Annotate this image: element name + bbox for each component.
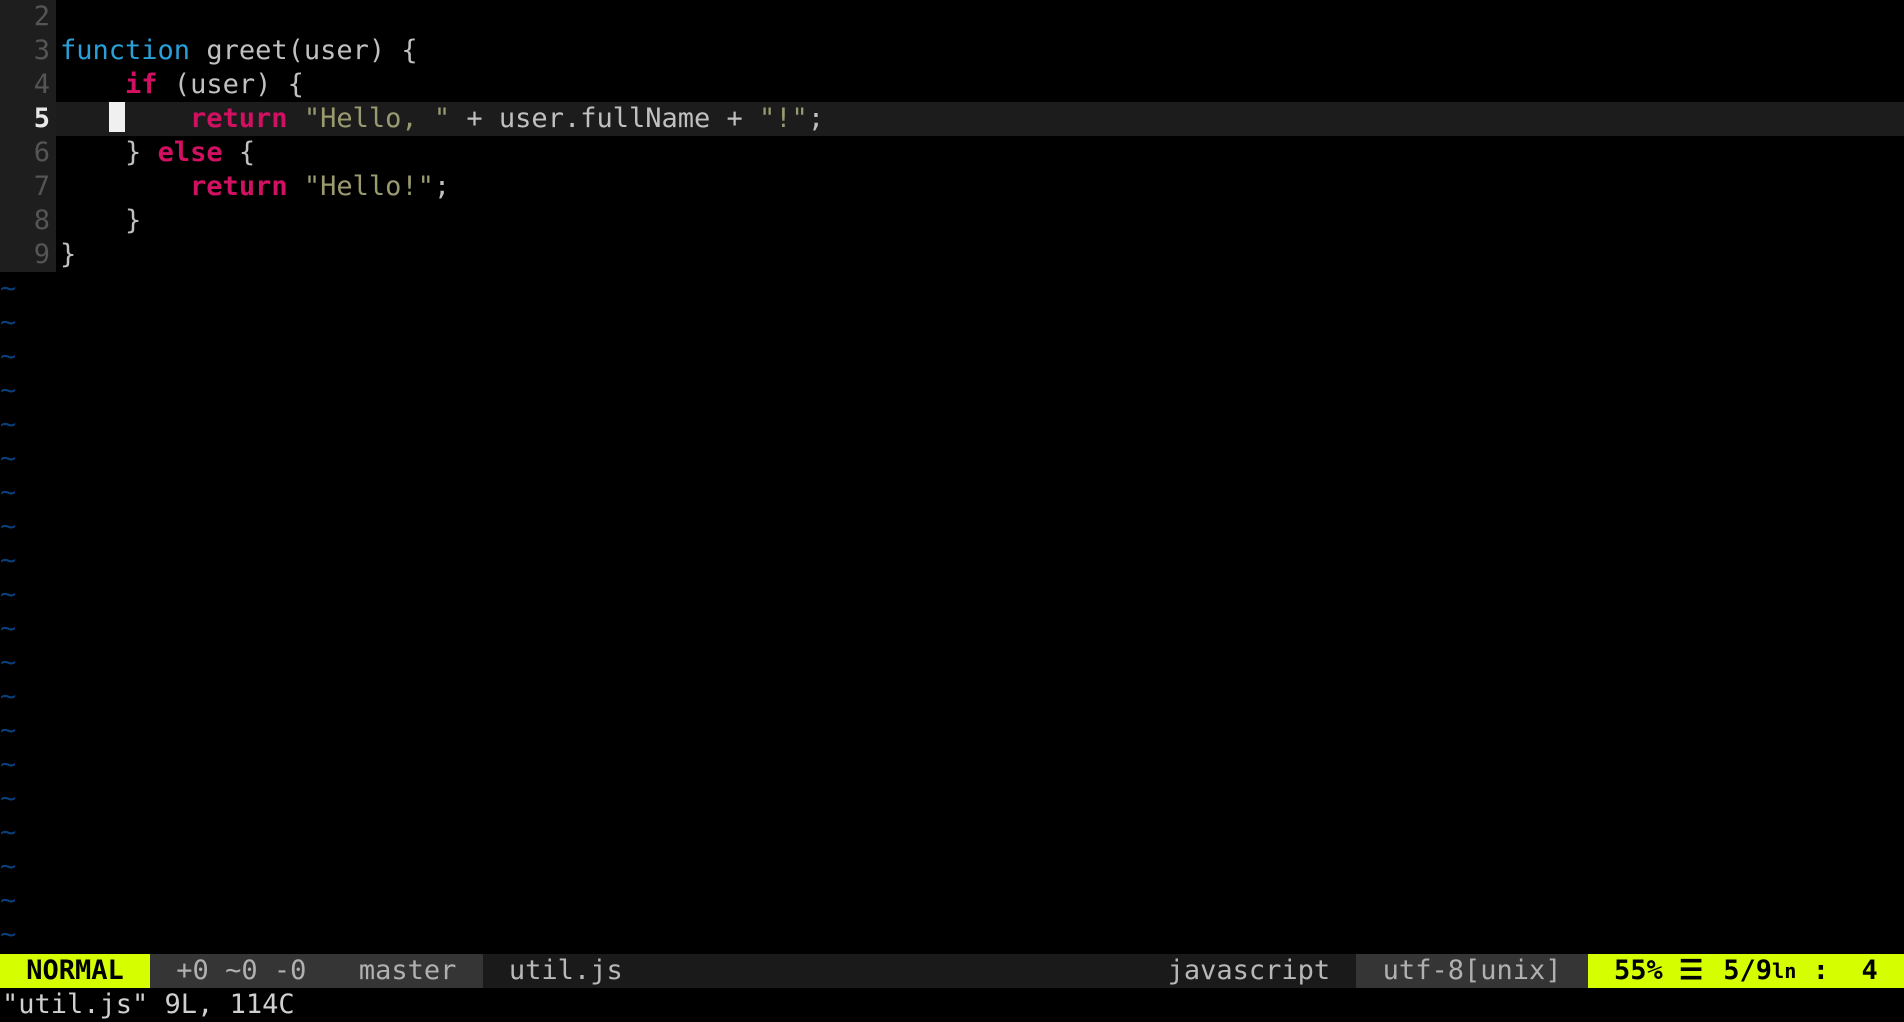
line-number: 6 <box>0 136 56 170</box>
empty-line-marker: ~ <box>0 442 1904 476</box>
vim-editor[interactable]: 2 3 function greet(user) { 4 if (user) {… <box>0 0 1904 1022</box>
empty-line-marker: ~ <box>0 646 1904 680</box>
trigram-icon: ☰ <box>1679 954 1703 988</box>
code-line[interactable]: 8 } <box>0 204 1904 238</box>
empty-line-marker: ~ <box>0 816 1904 850</box>
line-number: 8 <box>0 204 56 238</box>
code-content[interactable]: return "Hello, " + user.fullName + "!"; <box>56 102 1904 136</box>
command-line[interactable]: "util.js" 9L, 114C <box>0 988 1904 1022</box>
code-line[interactable]: 6 } else { <box>0 136 1904 170</box>
empty-line-marker: ~ <box>0 476 1904 510</box>
code-content[interactable]: } <box>56 204 1904 238</box>
filetype: javascript <box>1158 954 1357 988</box>
code-content[interactable]: } else { <box>56 136 1904 170</box>
code-line[interactable]: 2 <box>0 0 1904 34</box>
empty-line-marker: ~ <box>0 272 1904 306</box>
code-content[interactable]: if (user) { <box>56 68 1904 102</box>
ln-icon: ln <box>1772 954 1796 988</box>
cursor-position: 5/9 ln : 4 <box>1713 954 1904 988</box>
code-content[interactable]: } <box>56 238 1904 272</box>
cursor <box>109 102 125 132</box>
code-line[interactable]: 7 return "Hello!"; <box>0 170 1904 204</box>
statusline-spacer <box>633 954 1158 988</box>
line-number-current: 5 <box>0 102 56 136</box>
code-content[interactable]: return "Hello!"; <box>56 170 1904 204</box>
mode-indicator: NORMAL <box>0 954 150 988</box>
empty-line-marker: ~ <box>0 884 1904 918</box>
empty-line-marker: ~ <box>0 374 1904 408</box>
code-content[interactable]: function greet(user) { <box>56 34 1904 68</box>
line-number: 4 <box>0 68 56 102</box>
empty-line-marker: ~ <box>0 408 1904 442</box>
line-number: 9 <box>0 238 56 272</box>
empty-line-marker: ~ <box>0 306 1904 340</box>
empty-line-marker: ~ <box>0 782 1904 816</box>
empty-line-marker: ~ <box>0 612 1904 646</box>
git-branch: master <box>333 954 483 988</box>
empty-line-marker: ~ <box>0 340 1904 374</box>
empty-line-marker: ~ <box>0 544 1904 578</box>
code-line-current[interactable]: 5 return "Hello, " + user.fullName + "!"… <box>0 102 1904 136</box>
scroll-percent: 55% ☰ <box>1588 954 1714 988</box>
empty-line-marker: ~ <box>0 850 1904 884</box>
line-number: 3 <box>0 34 56 68</box>
empty-line-marker: ~ <box>0 578 1904 612</box>
buffer-area[interactable]: 2 3 function greet(user) { 4 if (user) {… <box>0 0 1904 954</box>
line-number: 7 <box>0 170 56 204</box>
empty-line-marker: ~ <box>0 918 1904 952</box>
empty-line-marker: ~ <box>0 680 1904 714</box>
statusline: NORMAL +0 ~0 -0 master util.js javascrip… <box>0 954 1904 988</box>
filename: util.js <box>483 954 633 988</box>
git-hunks: +0 ~0 -0 <box>150 954 333 988</box>
code-line[interactable]: 3 function greet(user) { <box>0 34 1904 68</box>
line-number: 2 <box>0 0 56 34</box>
code-content[interactable] <box>56 0 1904 34</box>
empty-line-marker: ~ <box>0 748 1904 782</box>
empty-line-marker: ~ <box>0 714 1904 748</box>
encoding: utf-8[unix] <box>1356 954 1587 988</box>
code-line[interactable]: 9 } <box>0 238 1904 272</box>
code-line[interactable]: 4 if (user) { <box>0 68 1904 102</box>
empty-line-marker: ~ <box>0 510 1904 544</box>
